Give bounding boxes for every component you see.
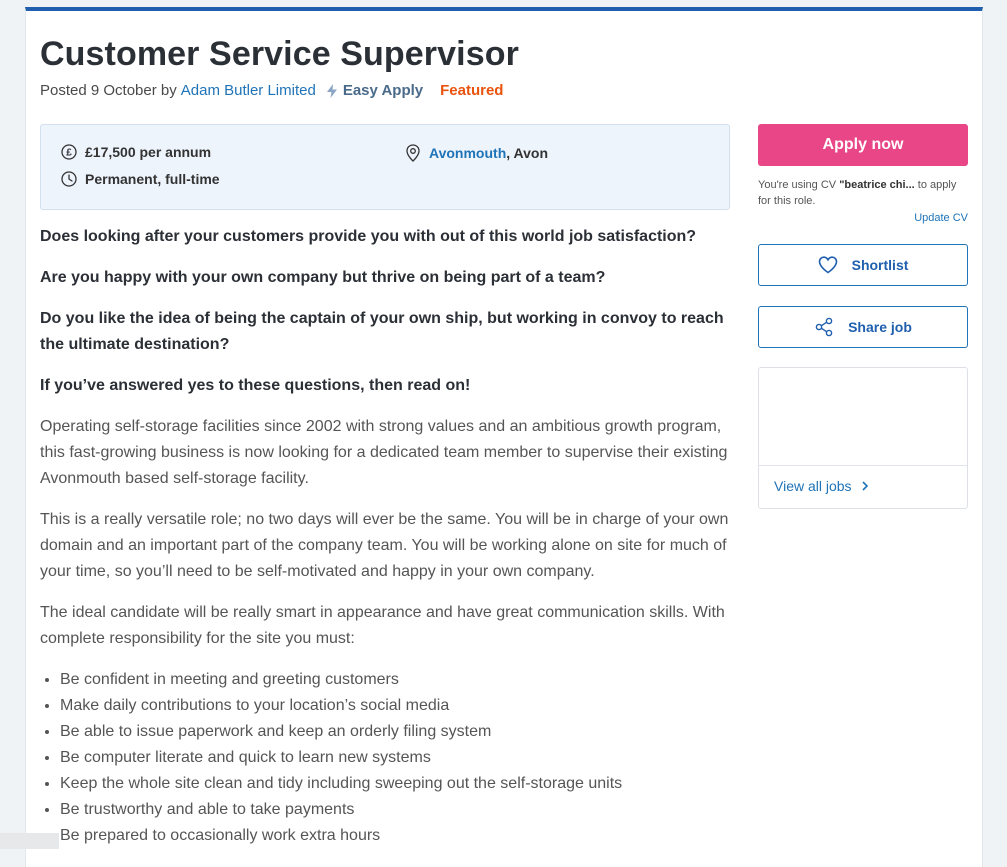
question-4: If you’ve answered yes to these question… [40,377,471,394]
view-all-jobs-link[interactable]: View all jobs [774,478,872,494]
cv-name: "beatrice chi... [839,179,915,191]
paragraph-2: This is a really versatile role; no two … [40,511,729,580]
share-icon [815,317,833,337]
easy-apply-badge: Easy Apply [342,82,424,99]
job-type-text: Permanent, full-time [85,171,220,187]
shortlist-label: Shortlist [851,257,909,273]
divider [759,465,967,466]
heart-icon [818,256,837,274]
lightning-icon [326,83,337,98]
job-meta: Posted 9 October by Adam Butler Limited … [40,82,503,99]
question-3: Do you like the idea of being the captai… [40,310,724,353]
paragraph-1: Operating self-storage facilities since … [40,418,728,487]
company-link[interactable]: Adam Butler Limited [181,82,316,99]
svg-text:£: £ [66,148,72,159]
location-region: , Avon [506,145,548,161]
requirements-list: Be confident in meeting and greeting cus… [40,667,740,849]
company-box: View all jobs [758,367,968,509]
job-info-box: £ £17,500 per annum Permanent, full-time… [40,124,730,210]
list-item: Be prepared to occasionally work extra h… [60,823,740,849]
corner-tab [0,833,59,849]
clock-icon [61,171,77,187]
salary-text: £17,500 per annum [85,144,212,160]
share-job-label: Share job [848,319,912,335]
view-all-label: View all jobs [774,478,852,494]
update-cv-link[interactable]: Update CV [758,212,968,224]
paragraph-3: The ideal candidate will be really smart… [40,604,725,647]
list-item: Keep the whole site clean and tidy inclu… [60,771,740,797]
share-job-button[interactable]: Share job [758,306,968,348]
question-1: Does looking after your customers provid… [40,228,697,245]
job-description: Does looking after your customers provid… [40,224,740,849]
shortlist-button[interactable]: Shortlist [758,244,968,286]
location-pin-icon [406,144,420,162]
apply-now-button[interactable]: Apply now [758,124,968,166]
list-item: Be confident in meeting and greeting cus… [60,667,740,693]
job-type-row: Permanent, full-time [61,171,220,187]
cv-note: You're using CV "beatrice chi... to appl… [758,177,968,209]
job-card: Customer Service Supervisor Posted 9 Oct… [25,7,983,867]
location-row: Avonmouth , Avon [405,144,548,162]
list-item: Be trustworthy and able to take payments [60,797,740,823]
posted-text: Posted 9 October by [40,82,177,99]
chevron-right-icon [861,481,868,491]
question-2: Are you happy with your own company but … [40,269,606,286]
job-title: Customer Service Supervisor [40,35,519,73]
list-item: Be able to issue paperwork and keep an o… [60,719,740,745]
cv-note-prefix: You're using CV [758,179,840,191]
list-item: Make daily contributions to your locatio… [60,693,740,719]
pound-icon: £ [61,144,77,160]
featured-badge: Featured [440,82,504,99]
location-link[interactable]: Avonmouth [429,145,506,161]
salary-row: £ £17,500 per annum [61,144,211,160]
list-item: Be computer literate and quick to learn … [60,745,740,771]
